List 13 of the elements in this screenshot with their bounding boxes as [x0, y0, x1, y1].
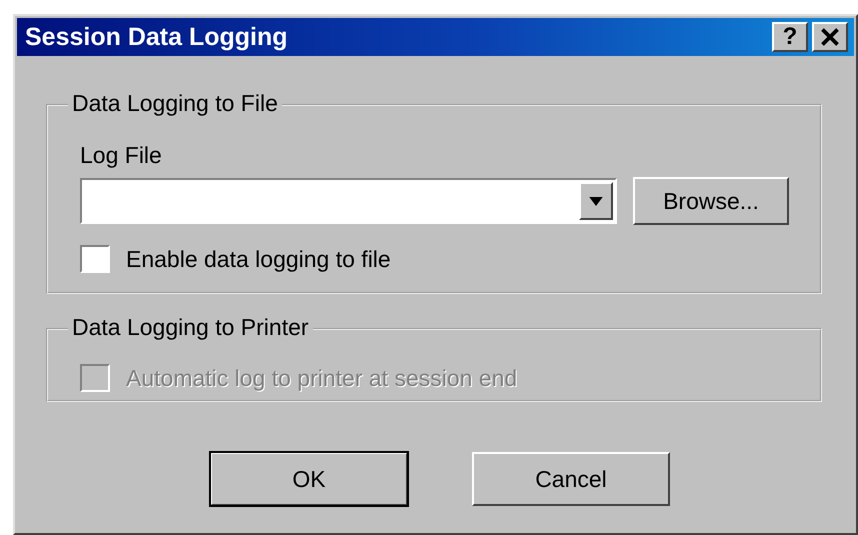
checkbox-label: Enable data logging to file	[126, 246, 391, 272]
window-title: Session Data Logging	[25, 22, 288, 52]
log-file-dropdown[interactable]	[80, 178, 617, 224]
close-button[interactable]	[812, 22, 848, 52]
browse-button[interactable]: Browse...	[633, 177, 789, 225]
caret-icon	[589, 196, 603, 206]
checkbox-label: Automatic log to printer at session end	[126, 364, 518, 392]
ok-button[interactable]: OK	[210, 452, 408, 506]
cancel-button[interactable]: Cancel	[472, 452, 670, 506]
close-icon	[820, 28, 840, 46]
field-label: Log File	[80, 142, 163, 169]
checkbox[interactable]	[80, 245, 110, 273]
help-button[interactable]: ?	[772, 22, 808, 52]
